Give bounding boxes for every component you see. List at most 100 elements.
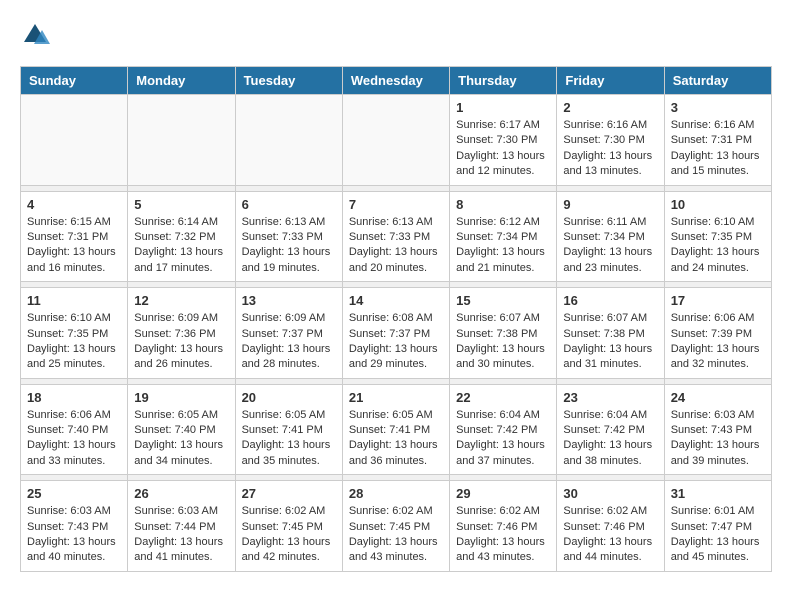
logo <box>20 20 54 50</box>
day-number: 22 <box>456 390 550 405</box>
day-number: 2 <box>563 100 657 115</box>
day-info: Sunrise: 6:05 AMSunset: 7:40 PMDaylight:… <box>134 408 228 470</box>
day-number: 11 <box>27 293 121 308</box>
day-info: Sunrise: 6:09 AMSunset: 7:37 PMDaylight:… <box>242 311 336 373</box>
calendar-header-row: SundayMondayTuesdayWednesdayThursdayFrid… <box>21 67 772 95</box>
day-number: 18 <box>27 390 121 405</box>
day-info: Sunrise: 6:12 AMSunset: 7:34 PMDaylight:… <box>456 215 550 277</box>
day-info: Sunrise: 6:07 AMSunset: 7:38 PMDaylight:… <box>563 311 657 373</box>
calendar-cell: 26Sunrise: 6:03 AMSunset: 7:44 PMDayligh… <box>128 481 235 572</box>
day-number: 10 <box>671 197 765 212</box>
calendar-cell: 7Sunrise: 6:13 AMSunset: 7:33 PMDaylight… <box>342 191 449 282</box>
column-header-thursday: Thursday <box>450 67 557 95</box>
day-number: 27 <box>242 486 336 501</box>
day-info: Sunrise: 6:02 AMSunset: 7:45 PMDaylight:… <box>349 504 443 566</box>
calendar-cell: 12 Sunrise: 6:09 AMSunset: 7:36 PMDayligh… <box>128 288 235 379</box>
calendar-cell: 3 Sunrise: 6:16 AMSunset: 7:31 PMDaylight… <box>664 95 771 186</box>
day-info: Sunrise: 6:14 AMSunset: 7:32 PMDaylight:… <box>134 215 228 277</box>
day-info: Sunrise: 6:06 AMSunset: 7:39 PMDaylight:… <box>671 311 765 373</box>
day-number: 29 <box>456 486 550 501</box>
calendar-cell: 8 Sunrise: 6:12 AMSunset: 7:34 PMDaylight… <box>450 191 557 282</box>
calendar-cell: 4Sunrise: 6:15 AMSunset: 7:31 PMDaylight… <box>21 191 128 282</box>
day-number: 17 <box>671 293 765 308</box>
calendar-cell: 11 Sunrise: 6:10 AMSunset: 7:35 PMDayligh… <box>21 288 128 379</box>
day-number: 16 <box>563 293 657 308</box>
calendar-cell: 31 Sunrise: 6:01 AMSunset: 7:47 PMDayligh… <box>664 481 771 572</box>
calendar-cell: 22 Sunrise: 6:04 AMSunset: 7:42 PMDayligh… <box>450 384 557 475</box>
day-number: 4 <box>27 197 121 212</box>
day-info: Sunrise: 6:02 AMSunset: 7:45 PMDaylight:… <box>242 504 336 566</box>
column-header-sunday: Sunday <box>21 67 128 95</box>
column-header-monday: Monday <box>128 67 235 95</box>
day-info: Sunrise: 6:03 AMSunset: 7:43 PMDaylight:… <box>27 504 121 566</box>
day-number: 1 <box>456 100 550 115</box>
calendar-cell: 9 Sunrise: 6:11 AMSunset: 7:34 PMDaylight… <box>557 191 664 282</box>
day-info: Sunrise: 6:10 AMSunset: 7:35 PMDaylight:… <box>671 215 765 277</box>
calendar-cell: 23 Sunrise: 6:04 AMSunset: 7:42 PMDayligh… <box>557 384 664 475</box>
calendar-cell: 5 Sunrise: 6:14 AMSunset: 7:32 PMDaylight… <box>128 191 235 282</box>
calendar-cell: 24 Sunrise: 6:03 AMSunset: 7:43 PMDayligh… <box>664 384 771 475</box>
day-number: 23 <box>563 390 657 405</box>
day-number: 24 <box>671 390 765 405</box>
day-info: Sunrise: 6:16 AMSunset: 7:30 PMDaylight:… <box>563 118 657 180</box>
day-info: Sunrise: 6:08 AMSunset: 7:37 PMDaylight:… <box>349 311 443 373</box>
day-number: 13 <box>242 293 336 308</box>
day-info: Sunrise: 6:11 AMSunset: 7:34 PMDaylight:… <box>563 215 657 277</box>
calendar-table: SundayMondayTuesdayWednesdayThursdayFrid… <box>20 66 772 572</box>
calendar-cell <box>21 95 128 186</box>
calendar-cell: 18 Sunrise: 6:06 AMSunset: 7:40 PMDayligh… <box>21 384 128 475</box>
day-number: 8 <box>456 197 550 212</box>
day-info: Sunrise: 6:01 AMSunset: 7:47 PMDaylight:… <box>671 504 765 566</box>
day-info: Sunrise: 6:09 AMSunset: 7:36 PMDaylight:… <box>134 311 228 373</box>
calendar-cell: 20 Sunrise: 6:05 AMSunset: 7:41 PMDayligh… <box>235 384 342 475</box>
calendar-cell: 21Sunrise: 6:05 AMSunset: 7:41 PMDayligh… <box>342 384 449 475</box>
day-number: 3 <box>671 100 765 115</box>
calendar-cell: 25Sunrise: 6:03 AMSunset: 7:43 PMDayligh… <box>21 481 128 572</box>
day-info: Sunrise: 6:03 AMSunset: 7:43 PMDaylight:… <box>671 408 765 470</box>
calendar-cell: 29 Sunrise: 6:02 AMSunset: 7:46 PMDayligh… <box>450 481 557 572</box>
day-number: 15 <box>456 293 550 308</box>
calendar-cell: 15 Sunrise: 6:07 AMSunset: 7:38 PMDayligh… <box>450 288 557 379</box>
calendar-week-5: 25Sunrise: 6:03 AMSunset: 7:43 PMDayligh… <box>21 481 772 572</box>
calendar-cell: 10 Sunrise: 6:10 AMSunset: 7:35 PMDayligh… <box>664 191 771 282</box>
column-header-saturday: Saturday <box>664 67 771 95</box>
day-info: Sunrise: 6:13 AMSunset: 7:33 PMDaylight:… <box>242 215 336 277</box>
day-number: 31 <box>671 486 765 501</box>
column-header-tuesday: Tuesday <box>235 67 342 95</box>
calendar-cell: 1 Sunrise: 6:17 AMSunset: 7:30 PMDaylight… <box>450 95 557 186</box>
calendar-cell: 28 Sunrise: 6:02 AMSunset: 7:45 PMDayligh… <box>342 481 449 572</box>
calendar-week-2: 4Sunrise: 6:15 AMSunset: 7:31 PMDaylight… <box>21 191 772 282</box>
page-header <box>20 20 772 50</box>
calendar-cell: 27 Sunrise: 6:02 AMSunset: 7:45 PMDayligh… <box>235 481 342 572</box>
day-number: 20 <box>242 390 336 405</box>
day-number: 7 <box>349 197 443 212</box>
day-number: 28 <box>349 486 443 501</box>
day-number: 12 <box>134 293 228 308</box>
day-info: Sunrise: 6:17 AMSunset: 7:30 PMDaylight:… <box>456 118 550 180</box>
column-header-wednesday: Wednesday <box>342 67 449 95</box>
calendar-cell: 19 Sunrise: 6:05 AMSunset: 7:40 PMDayligh… <box>128 384 235 475</box>
day-info: Sunrise: 6:07 AMSunset: 7:38 PMDaylight:… <box>456 311 550 373</box>
day-number: 5 <box>134 197 228 212</box>
day-info: Sunrise: 6:04 AMSunset: 7:42 PMDaylight:… <box>456 408 550 470</box>
day-number: 6 <box>242 197 336 212</box>
calendar-cell: 30 Sunrise: 6:02 AMSunset: 7:46 PMDayligh… <box>557 481 664 572</box>
calendar-cell: 6 Sunrise: 6:13 AMSunset: 7:33 PMDaylight… <box>235 191 342 282</box>
calendar-cell <box>128 95 235 186</box>
day-number: 26 <box>134 486 228 501</box>
calendar-cell: 14Sunrise: 6:08 AMSunset: 7:37 PMDayligh… <box>342 288 449 379</box>
day-info: Sunrise: 6:02 AMSunset: 7:46 PMDaylight:… <box>456 504 550 566</box>
day-info: Sunrise: 6:02 AMSunset: 7:46 PMDaylight:… <box>563 504 657 566</box>
day-number: 30 <box>563 486 657 501</box>
calendar-cell: 13 Sunrise: 6:09 AMSunset: 7:37 PMDayligh… <box>235 288 342 379</box>
day-info: Sunrise: 6:05 AMSunset: 7:41 PMDaylight:… <box>242 408 336 470</box>
day-number: 21 <box>349 390 443 405</box>
day-info: Sunrise: 6:10 AMSunset: 7:35 PMDaylight:… <box>27 311 121 373</box>
day-info: Sunrise: 6:06 AMSunset: 7:40 PMDaylight:… <box>27 408 121 470</box>
day-info: Sunrise: 6:04 AMSunset: 7:42 PMDaylight:… <box>563 408 657 470</box>
calendar-week-1: 1 Sunrise: 6:17 AMSunset: 7:30 PMDaylight… <box>21 95 772 186</box>
day-number: 19 <box>134 390 228 405</box>
day-info: Sunrise: 6:16 AMSunset: 7:31 PMDaylight:… <box>671 118 765 180</box>
day-number: 9 <box>563 197 657 212</box>
logo-icon <box>20 20 50 50</box>
